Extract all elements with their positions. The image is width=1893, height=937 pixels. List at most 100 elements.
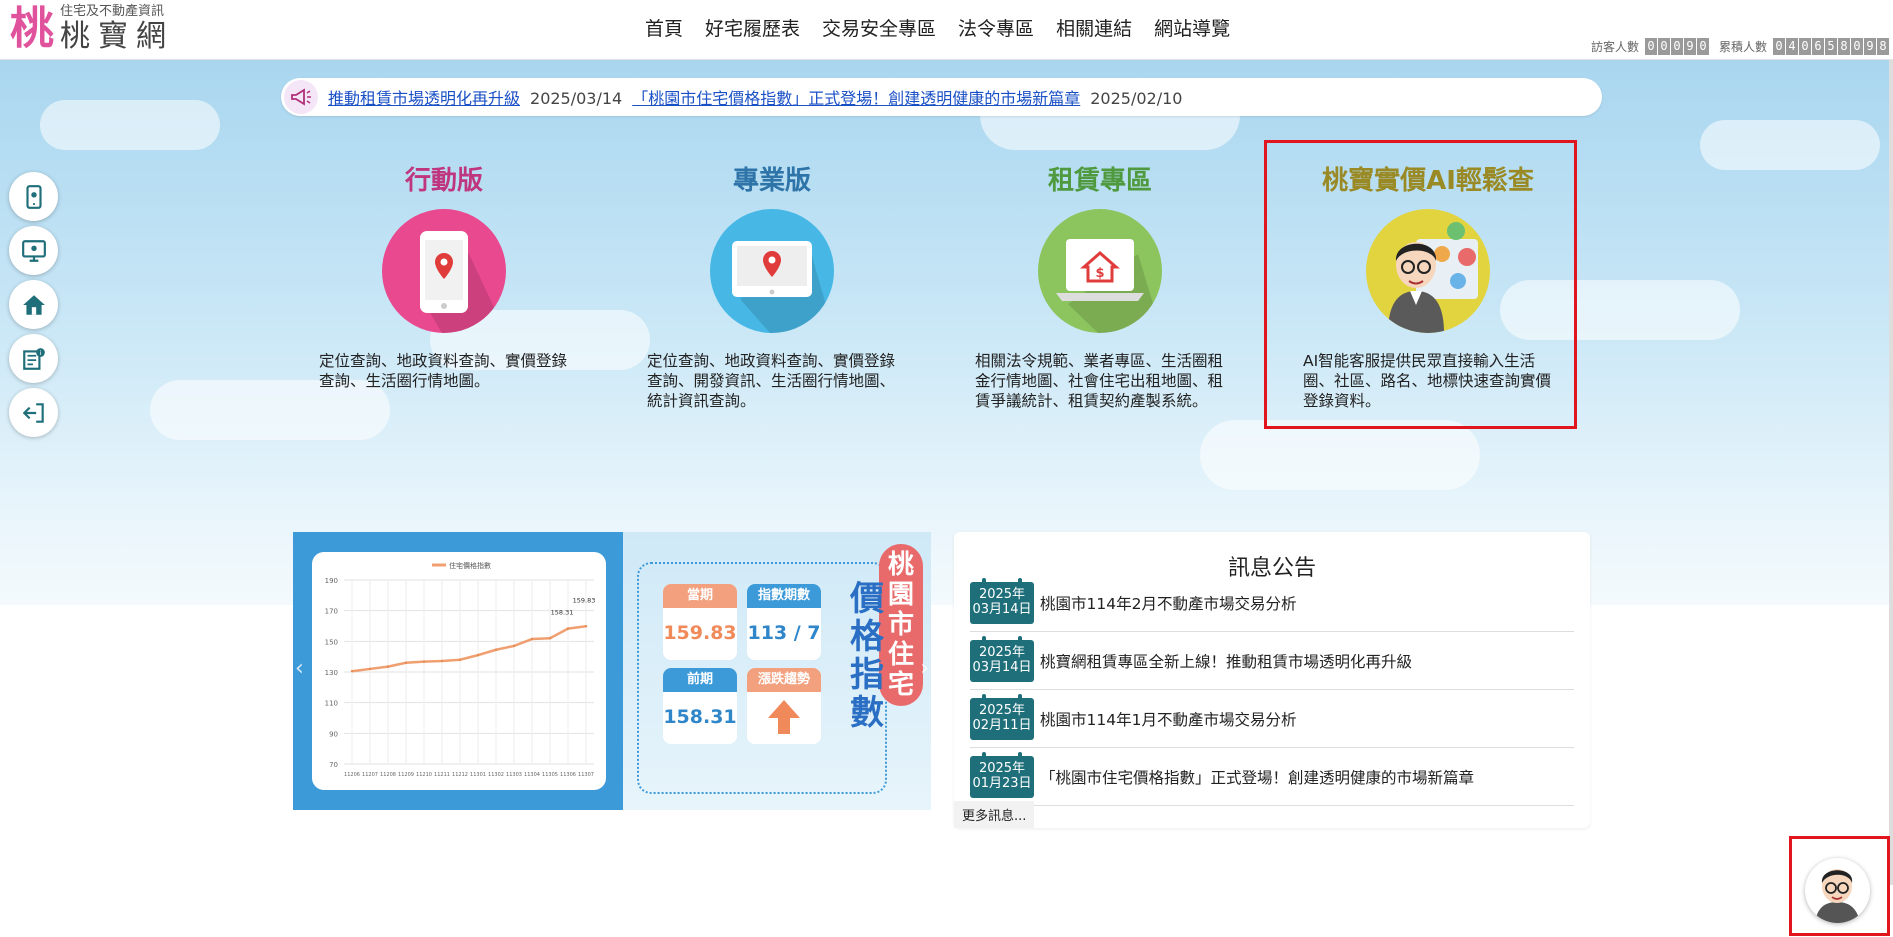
logo-mark: 桃 [10, 3, 54, 54]
announcement-date: 2025年 01月23日 [970, 751, 1034, 798]
visitor-digit: 0 [1657, 38, 1670, 55]
feature-rental[interactable]: 租賃專區 $ 相關法令規範、業者專區、生活圈租金行情地圖、社會住宅出租地圖、租賃… [975, 160, 1225, 411]
total-digit: 5 [1825, 38, 1837, 55]
total-digit: 4 [1786, 38, 1798, 55]
series-point [422, 660, 426, 663]
more-announcements-link[interactable]: 更多訊息... [954, 801, 1035, 828]
announcement-date: 2025年 03月14日 [970, 635, 1034, 682]
x-tick-label: 11303 [506, 772, 522, 778]
page-scrollbar[interactable] [1889, 60, 1893, 885]
sidebar-desktop-map-button[interactable] [9, 226, 58, 275]
announcement-link[interactable]: 桃寶網租賃專區全新上線！推動租賃市場透明化再升級 [1040, 650, 1412, 672]
trend-up-arrow-icon [747, 692, 821, 740]
mobile-map-icon [25, 184, 42, 209]
nav-housing-record[interactable]: 好宅履歷表 [705, 14, 800, 41]
feature-title: 專業版 [732, 166, 811, 196]
megaphone-icon [284, 80, 318, 114]
y-tick-label: 90 [329, 730, 338, 738]
carousel-next-button[interactable]: › [920, 656, 929, 681]
y-tick-label: 70 [329, 761, 338, 769]
total-digit: 8 [1877, 38, 1889, 55]
announcement-day: 01月23日 [972, 775, 1032, 791]
y-tick-label: 170 [325, 608, 338, 616]
mobile-phone-icon [382, 209, 506, 333]
logo-title: 桃寶網 [60, 19, 174, 54]
announcement-row[interactable]: 2025年 03月14日 桃寶網租賃專區全新上線！推動租賃市場透明化再升級 [970, 632, 1574, 690]
feature-description: 相關法令規範、業者專區、生活圈租金行情地圖、社會住宅出租地圖、租賃爭議統計、租賃… [975, 352, 1224, 410]
feature-title: 租賃專區 [1047, 166, 1152, 196]
announcement-row[interactable]: 2025年 01月23日 「桃園市住宅價格指數」正式登場！創建透明健康的市場新篇章 [970, 748, 1574, 806]
chatbot-avatar-icon [1815, 869, 1860, 923]
total-digit: 6 [1812, 38, 1824, 55]
tile-previous-label: 前期 [663, 668, 737, 692]
marquee-link[interactable]: 「桃園市住宅價格指數」正式登場！創建透明健康的市場新篇章 [632, 89, 1080, 108]
marquee-link[interactable]: 推動租賃市場透明化再升級 [328, 89, 520, 108]
exit-icon [22, 402, 44, 423]
total-digit: 0 [1799, 38, 1811, 55]
news-marquee: 推動租賃市場透明化再升級 2025/03/14 「桃園市住宅價格指數」正式登場！創… [281, 78, 1602, 116]
announcement-row[interactable]: 2025年 02月11日 桃園市114年1月不動產市場交易分析 [970, 690, 1574, 748]
series-point [584, 625, 588, 628]
feature-description: 定位查詢、地政資料查詢、實價登錄查詢、開發資訊、生活圈行情地圖、統計資訊查詢。 [647, 352, 896, 410]
nav-related-links[interactable]: 相關連結 [1056, 14, 1132, 41]
announcement-link[interactable]: 桃園市114年1月不動產市場交易分析 [1040, 708, 1296, 730]
sidebar-home-button[interactable] [9, 280, 58, 329]
sidebar-exit-button[interactable] [9, 388, 58, 437]
main-nav: 首頁 好宅履歷表 交易安全專區 法令專區 相關連結 網站導覽 [645, 14, 1230, 41]
tile-current-value: 159.83 [663, 622, 737, 644]
visitor-count-label: 訪客人數 [1590, 40, 1639, 54]
nav-regulations[interactable]: 法令專區 [958, 14, 1034, 41]
svg-text:$: $ [1095, 266, 1104, 281]
series-point [368, 667, 372, 671]
tile-current-label: 當期 [663, 584, 737, 608]
series-point [404, 661, 408, 664]
sidebar-news-button[interactable]: i [9, 334, 58, 383]
data-label-previous: 158.31 [551, 609, 574, 617]
announcement-row[interactable]: 2025年 03月14日 桃園市114年2月不動產市場交易分析 [970, 574, 1574, 632]
chatbot-avatar-button[interactable] [1805, 858, 1870, 923]
x-tick-label: 11306 [560, 772, 576, 778]
site-logo[interactable]: 桃 住宅及不動產資訊 桃寶網 [10, 4, 174, 54]
visitor-digit: 9 [1683, 38, 1696, 55]
carousel-prev-button[interactable]: ‹ [295, 656, 304, 681]
price-index-banner[interactable]: 住宅價格指數 190 170 150 130 110 90 70 11206 11207 11208… [293, 532, 931, 810]
series-point [512, 644, 516, 648]
desktop-monitor-icon [710, 209, 834, 333]
logo-subtitle: 住宅及不動產資訊 [60, 4, 165, 19]
sidebar-mobile-map-button[interactable] [9, 172, 58, 221]
nav-transaction-safety[interactable]: 交易安全專區 [822, 14, 936, 41]
marquee-date: 2025/03/14 [530, 89, 623, 108]
svg-text:i: i [39, 349, 41, 357]
announcement-link[interactable]: 「桃園市住宅價格指數」正式登場！創建透明健康的市場新篇章 [1040, 766, 1474, 788]
site-header: 桃 住宅及不動產資訊 桃寶網 首頁 好宅履歷表 交易安全專區 法令專區 相關連結… [0, 0, 1893, 60]
hero-background [0, 60, 1893, 605]
visitor-digit: 0 [1696, 38, 1709, 55]
announcement-date: 2025年 02月11日 [970, 693, 1034, 740]
x-tick-label: 11305 [542, 772, 558, 778]
feature-title: 行動版 [404, 166, 483, 196]
data-label-current: 159.83 [573, 596, 596, 604]
series-point [440, 659, 444, 663]
series-point [350, 670, 354, 673]
y-tick-label: 130 [325, 669, 338, 677]
visitor-count: 0 0 0 9 0 [1644, 38, 1709, 55]
news-icon: i [22, 347, 45, 370]
announcement-day: 03月14日 [972, 659, 1032, 675]
x-tick-label: 11210 [416, 772, 432, 778]
tile-previous-value: 158.31 [663, 706, 737, 728]
total-digit: 8 [1838, 38, 1850, 55]
announcement-link[interactable]: 桃園市114年2月不動產市場交易分析 [1040, 592, 1296, 614]
visitor-digit: 0 [1644, 38, 1657, 55]
feature-professional[interactable]: 專業版 定位查詢、地政資料查詢、實價登錄查詢、開發資訊、生活圈行情地圖、統計資訊… [647, 160, 897, 411]
total-digit: 0 [1773, 38, 1785, 55]
announcement-year: 2025年 [978, 586, 1026, 602]
nav-home[interactable]: 首頁 [645, 14, 683, 41]
feature-mobile[interactable]: 行動版 定位查詢、地政資料查詢、實價登錄查詢、生活圈行情地圖。 [319, 160, 569, 391]
nav-sitemap[interactable]: 網站導覽 [1154, 14, 1230, 41]
tile-trend: 漲跌趨勢 [747, 668, 821, 744]
x-tick-label: 11211 [434, 772, 450, 778]
announcement-day: 03月14日 [972, 601, 1032, 617]
announcement-day: 02月11日 [972, 717, 1032, 733]
x-tick-label: 11206 [344, 772, 360, 778]
total-digit: 9 [1864, 38, 1876, 55]
